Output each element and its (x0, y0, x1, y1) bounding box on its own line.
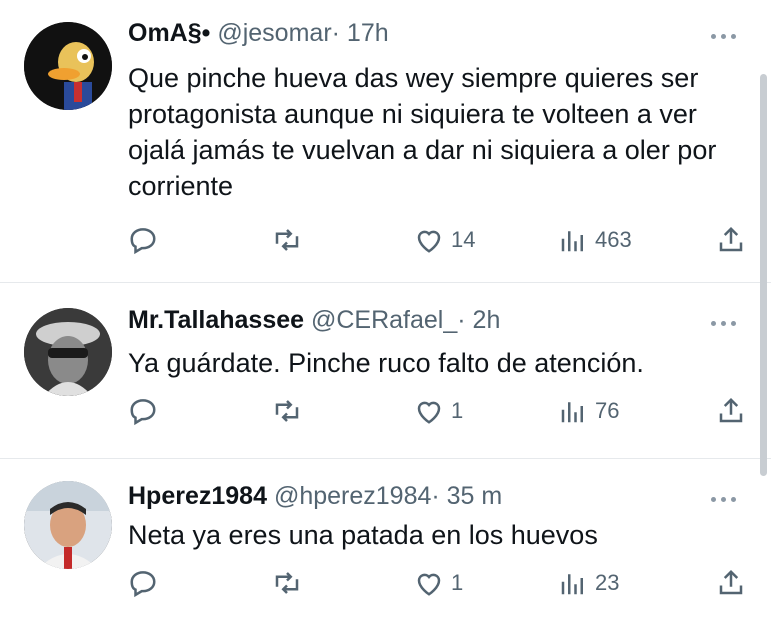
user-handle[interactable]: @hperez1984 (274, 482, 431, 510)
more-icon[interactable] (711, 31, 745, 41)
tweet-1[interactable]: OmA§• @jesomar· 17h Que pinche hueva das… (0, 0, 771, 280)
reply-button[interactable] (128, 395, 158, 427)
like-button[interactable]: 1 (414, 567, 463, 599)
more-icon[interactable] (711, 494, 745, 504)
reply-icon (130, 399, 156, 426)
avatar[interactable] (24, 481, 112, 569)
tweet-header: OmA§• @jesomar· 17h (128, 18, 389, 48)
tweet-text: Que pinche hueva das wey siempre quieres… (128, 63, 717, 201)
reply-icon (130, 571, 156, 598)
tweet-header: Hperez1984 @hperez1984· 35 m (128, 481, 502, 511)
reply-button[interactable] (128, 567, 158, 599)
like-count: 14 (451, 227, 476, 252)
timestamp[interactable]: · 35 m (431, 482, 502, 510)
like-count: 1 (451, 570, 464, 595)
retweet-icon (275, 572, 299, 594)
like-button[interactable]: 14 (414, 224, 475, 256)
avatar[interactable] (24, 22, 112, 110)
like-icon (417, 573, 441, 596)
scrollbar[interactable] (760, 74, 767, 476)
views-button[interactable]: 76 (558, 395, 619, 427)
tweet-text: Neta ya eres una patada en los huevos (128, 520, 598, 550)
share-icon (719, 569, 743, 595)
timestamp[interactable]: · 17h (332, 19, 389, 47)
retweet-icon (275, 400, 299, 422)
user-handle[interactable]: @jesomar (217, 19, 331, 47)
tweet-header: Mr.Tallahassee @CERafael_· 2h (128, 305, 500, 335)
view-count: 23 (595, 570, 620, 595)
view-count: 76 (595, 398, 620, 423)
share-button[interactable] (716, 567, 746, 599)
retweet-button[interactable] (271, 567, 303, 599)
view-count: 463 (595, 227, 632, 252)
retweet-button[interactable] (271, 224, 303, 256)
like-button[interactable]: 1 (414, 395, 463, 427)
tweet-3[interactable]: Hperez1984 @hperez1984· 35 m Neta ya ere… (0, 459, 771, 620)
tweet-2[interactable]: Mr.Tallahassee @CERafael_· 2h Ya guárdat… (0, 283, 771, 455)
display-name[interactable]: Hperez1984 (128, 482, 267, 510)
share-button[interactable] (716, 224, 746, 256)
retweet-icon (275, 229, 299, 251)
views-button[interactable]: 23 (558, 567, 619, 599)
more-icon[interactable] (711, 318, 745, 328)
avatar[interactable] (24, 308, 112, 396)
reply-icon (130, 228, 156, 255)
share-icon (719, 397, 743, 423)
timestamp[interactable]: · 2h (457, 306, 500, 334)
share-button[interactable] (716, 395, 746, 427)
like-icon (417, 401, 441, 424)
tweet-actions: 1 76 (128, 395, 748, 427)
user-handle[interactable]: @CERafael_ (311, 306, 457, 334)
display-name[interactable]: OmA§• (128, 19, 210, 47)
tweet-actions: 14 463 (128, 224, 748, 256)
views-icon (561, 231, 583, 252)
display-name[interactable]: Mr.Tallahassee (128, 306, 304, 334)
tweet-actions: 1 23 (128, 567, 748, 599)
retweet-button[interactable] (271, 395, 303, 427)
like-icon (417, 230, 441, 253)
views-button[interactable]: 463 (558, 224, 632, 256)
share-icon (719, 226, 743, 252)
views-icon (561, 574, 583, 595)
views-icon (561, 402, 583, 423)
reply-button[interactable] (128, 224, 158, 256)
tweet-text: Ya guárdate. Pinche ruco falto de atenci… (128, 348, 644, 378)
like-count: 1 (451, 398, 464, 423)
